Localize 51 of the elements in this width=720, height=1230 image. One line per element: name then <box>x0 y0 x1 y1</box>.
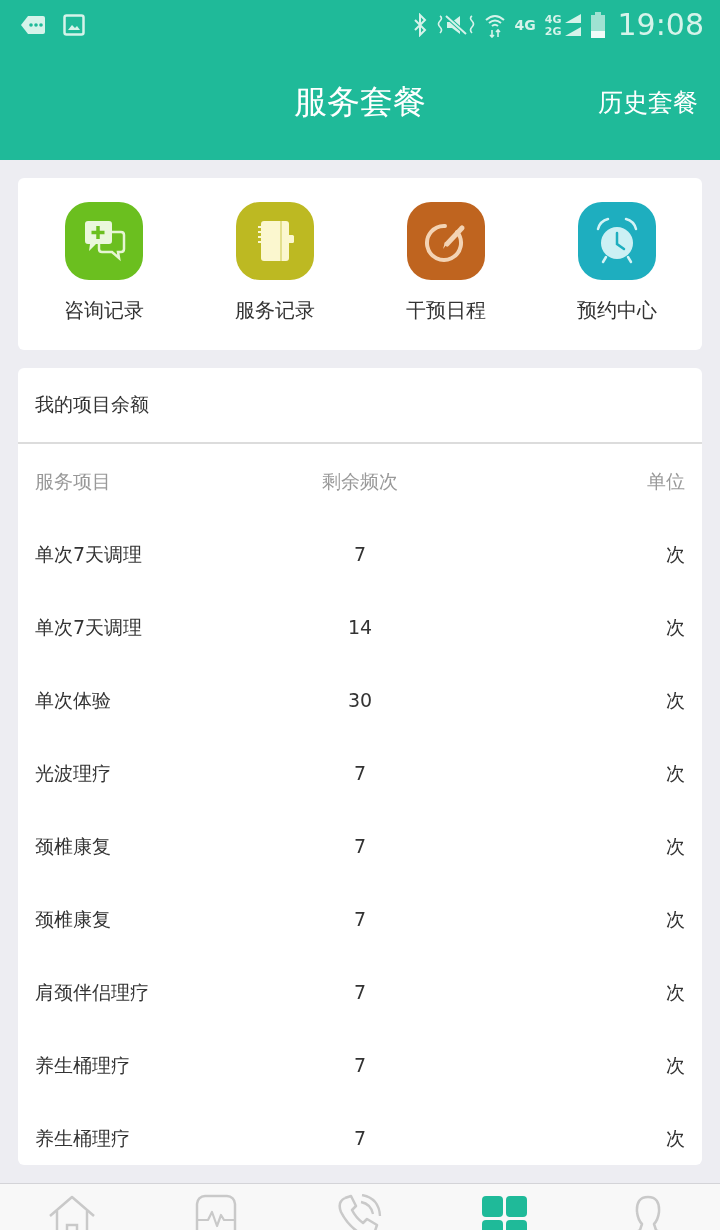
table-cell: 次 <box>666 906 685 931</box>
table-cell: 次 <box>666 979 685 1004</box>
table-cell: 次 <box>666 833 685 858</box>
section-title: 我的项目余额 <box>18 368 702 444</box>
column-header: 单位 <box>647 468 685 493</box>
table-cell: 次 <box>666 760 685 785</box>
table-cell: 7 <box>353 833 367 858</box>
table-cell: 单次体验 <box>35 687 111 712</box>
image-icon <box>63 14 85 36</box>
column-header: 剩余频次 <box>322 468 398 493</box>
signal-icon <box>563 13 582 37</box>
table-cell: 次 <box>666 687 685 712</box>
message-icon <box>20 15 46 35</box>
home-icon <box>47 1194 97 1230</box>
battery-icon <box>590 12 605 38</box>
table-cell: 14 <box>347 614 373 639</box>
grid-icon <box>479 1194 529 1230</box>
table-cell: 7 <box>353 1052 367 1077</box>
table-cell: 肩颈伴侣理疗 <box>35 979 149 1004</box>
wifi-icon <box>483 12 506 38</box>
network-label: 4G <box>514 18 536 32</box>
shortcut-button[interactable]: 预约中心 <box>576 202 657 324</box>
vibrate-mute-icon <box>436 13 475 37</box>
table-cell: 单次7天调理 <box>35 541 143 566</box>
table-cell: 7 <box>353 760 367 785</box>
table-cell: 颈椎康复 <box>35 833 111 858</box>
network-label: 4G <box>544 13 562 25</box>
shortcut-button[interactable]: 干预日程 <box>405 202 486 324</box>
network-label: 2G <box>544 25 562 37</box>
table-cell: 次 <box>666 1052 685 1077</box>
clock-time: 19:08 <box>617 10 704 40</box>
table-cell: 次 <box>666 1125 685 1150</box>
table-cell: 次 <box>666 541 685 566</box>
nav-tab[interactable] <box>47 1194 97 1230</box>
column-header: 服务项目 <box>35 468 111 493</box>
page-title: 服务套餐 <box>294 80 426 123</box>
shortcut-button[interactable]: 咨询记录 <box>63 202 144 324</box>
table-cell: 7 <box>353 906 367 931</box>
table-cell: 颈椎康复 <box>35 906 111 931</box>
table-cell: 养生桶理疗 <box>35 1125 130 1150</box>
table-cell: 养生桶理疗 <box>35 1052 130 1077</box>
table-cell: 单次7天调理 <box>35 614 143 639</box>
shortcut-button[interactable]: 服务记录 <box>234 202 315 324</box>
table-cell: 次 <box>666 614 685 639</box>
nav-tab[interactable] <box>479 1194 529 1230</box>
table-cell: 7 <box>353 1125 367 1150</box>
table-cell: 7 <box>353 541 367 566</box>
table-cell: 30 <box>347 687 373 712</box>
bluetooth-icon <box>411 13 428 37</box>
table-cell: 光波理疗 <box>35 760 111 785</box>
table-cell: 7 <box>353 979 367 1004</box>
